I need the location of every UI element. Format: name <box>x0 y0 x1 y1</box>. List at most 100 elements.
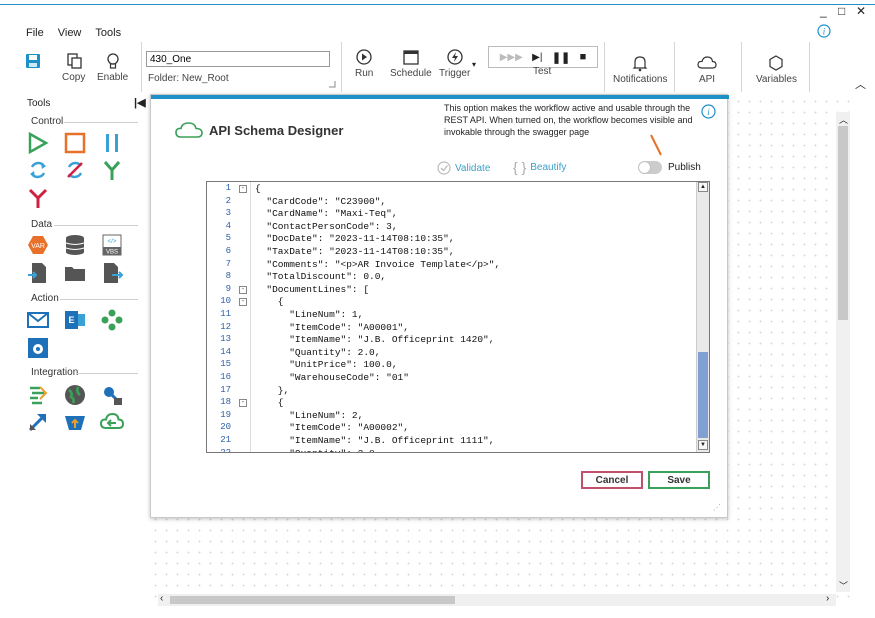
vbs-script-icon[interactable]: </> VBS <box>100 233 124 257</box>
parallel-icon[interactable] <box>100 131 124 155</box>
beautify-button[interactable]: { } Beautify <box>513 159 566 175</box>
code-text: "ItemCode": "A00001", <box>255 321 409 333</box>
variables-button[interactable]: Variables <box>756 54 797 85</box>
code-line: 18- { <box>207 397 697 410</box>
scroll-up-icon[interactable]: ︿ <box>839 113 848 126</box>
code-line: 2 "CardCode": "C23900", <box>207 196 697 209</box>
schedule-button[interactable]: Schedule <box>390 48 432 79</box>
scroll-up-icon[interactable]: ▲ <box>698 182 708 192</box>
calendar-icon <box>403 50 419 65</box>
exchange-icon[interactable]: E <box>63 308 87 332</box>
scroll-right-icon[interactable]: › <box>826 593 829 604</box>
email-icon[interactable] <box>26 308 50 332</box>
start-icon[interactable] <box>26 131 50 155</box>
line-number: 11 <box>220 309 231 319</box>
info-icon[interactable]: i <box>701 104 716 119</box>
file-write-icon[interactable] <box>100 261 124 285</box>
folder-icon[interactable] <box>63 261 87 285</box>
json-editor[interactable]: 1-{2 "CardCode": "C23900", 3 "CardName": … <box>206 181 710 453</box>
line-number: 19 <box>220 409 231 420</box>
scroll-down-icon[interactable]: ﹀ <box>839 579 848 592</box>
fold-toggle-icon[interactable]: - <box>239 185 247 193</box>
cancel-button[interactable]: Cancel <box>581 471 643 489</box>
collapse-panel-icon[interactable]: |◀ <box>134 96 146 109</box>
editor-scrollbar[interactable]: ▲ ▼ <box>696 182 709 452</box>
variables-label: Variables <box>756 74 797 85</box>
chevron-down-icon[interactable]: ▾ <box>472 60 476 69</box>
api-button[interactable]: API <box>697 54 717 85</box>
copy-button[interactable]: Copy <box>62 52 85 83</box>
save-button[interactable]: Save <box>648 471 710 489</box>
dialog-title: API Schema Designer <box>209 123 344 138</box>
resize-grip-icon[interactable]: ⋰ <box>713 503 721 512</box>
schedule-label: Schedule <box>390 68 432 79</box>
info-icon[interactable]: i <box>817 24 831 41</box>
globe-icon[interactable] <box>63 383 87 407</box>
variable-icon[interactable]: VAR <box>26 233 50 257</box>
code-text: "CardName": "Maxi-Teq", <box>255 208 398 220</box>
api-schema-dialog: API Schema Designer This option makes th… <box>150 94 729 518</box>
menu-view[interactable]: View <box>58 27 82 39</box>
run-button[interactable]: Run <box>355 48 373 79</box>
svg-text:VAR: VAR <box>31 243 45 250</box>
enable-button[interactable]: Enable <box>97 52 128 83</box>
code-area[interactable]: 1-{2 "CardCode": "C23900", 3 "CardName": … <box>207 182 709 452</box>
scroll-thumb[interactable] <box>170 596 455 604</box>
svg-text:</>: </> <box>108 239 117 245</box>
maximize-button[interactable]: □ <box>838 4 845 18</box>
minimize-button[interactable]: _ <box>820 4 827 18</box>
line-number: 5 <box>225 233 231 244</box>
canvas-horizontal-scrollbar[interactable]: ‹ › <box>158 593 836 606</box>
group-control: Control <box>31 116 64 127</box>
scroll-down-icon[interactable]: ▼ <box>698 440 708 450</box>
cloud-sync-icon[interactable] <box>100 410 124 434</box>
publish-toggle[interactable] <box>638 161 662 174</box>
fast-forward-icon[interactable]: ▶▶▶ <box>500 52 523 63</box>
pause-icon[interactable]: ❚❚ <box>552 51 570 64</box>
list-flow-icon[interactable] <box>26 383 50 407</box>
menu-file[interactable]: File <box>26 27 44 39</box>
editor-scroll-thumb[interactable] <box>698 352 708 438</box>
workflow-name-input[interactable] <box>146 51 330 67</box>
save-toolbar-button[interactable] <box>24 52 42 72</box>
stop-icon[interactable]: ■ <box>580 51 587 63</box>
cluster-icon[interactable] <box>100 308 124 332</box>
stop-block-icon[interactable] <box>63 131 87 155</box>
notifications-button[interactable]: Notifications <box>613 54 667 85</box>
code-line: 4 "ContactPersonCode": 3, <box>207 221 697 234</box>
key-lock-icon[interactable] <box>100 383 124 407</box>
fold-toggle-icon[interactable]: - <box>239 285 247 294</box>
close-button[interactable]: ✕ <box>856 4 866 18</box>
fork-icon[interactable] <box>100 158 124 182</box>
collapse-ribbon-icon[interactable]: ︿ <box>855 76 866 92</box>
fold-toggle-icon[interactable]: - <box>239 399 247 408</box>
loop-icon[interactable] <box>26 158 50 182</box>
settings-window-icon[interactable] <box>26 336 50 360</box>
line-number: 14 <box>220 346 231 357</box>
test-label: Test <box>533 66 552 77</box>
step-icon[interactable]: ▶| <box>532 52 542 63</box>
merge-icon[interactable] <box>26 186 50 210</box>
code-line: 5 "DocDate": "2023-11-14T08:10:35", <box>207 233 697 246</box>
scroll-thumb[interactable] <box>838 126 848 320</box>
file-read-icon[interactable] <box>26 261 50 285</box>
code-line: 20 "ItemCode": "A00002", <box>207 422 697 435</box>
break-loop-icon[interactable] <box>63 158 87 182</box>
fold-toggle-icon[interactable]: - <box>239 298 247 307</box>
run-label: Run <box>355 68 374 79</box>
bell-icon <box>632 56 648 72</box>
scroll-left-icon[interactable]: ‹ <box>160 593 163 604</box>
menu-tools[interactable]: Tools <box>95 27 121 39</box>
trigger-button[interactable]: Trigger <box>439 48 470 79</box>
validate-button[interactable]: Validate <box>437 161 490 175</box>
database-icon[interactable] <box>63 233 87 257</box>
line-number: 15 <box>220 359 231 370</box>
code-text: "DocumentLines": [ <box>255 283 370 295</box>
trigger-label: Trigger <box>439 68 471 79</box>
code-line: 10- { <box>207 296 697 309</box>
expand-arrow-icon[interactable] <box>26 410 50 434</box>
line-number: 2 <box>225 195 231 206</box>
upload-icon[interactable] <box>63 410 87 434</box>
code-line: 22 "Quantity": 2.0 <box>207 448 697 452</box>
canvas-vertical-scrollbar[interactable]: ︿ ﹀ <box>836 112 850 592</box>
